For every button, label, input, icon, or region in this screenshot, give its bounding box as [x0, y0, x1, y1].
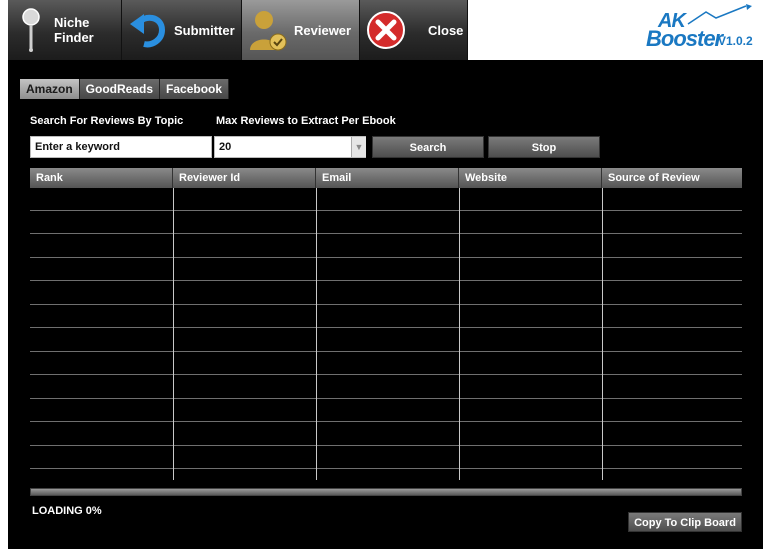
table-row-line [30, 398, 742, 399]
table-column-line [316, 188, 317, 480]
growth-arrow-icon [687, 4, 752, 25]
max-reviews-label: Max Reviews to Extract Per Ebook [216, 115, 396, 127]
column-website[interactable]: Website [459, 168, 602, 188]
table-row-line [30, 351, 742, 352]
table-row-line [30, 468, 742, 469]
submitter-button[interactable]: Submitter [122, 0, 242, 60]
table-row-line [30, 257, 742, 258]
table-row-line [30, 421, 742, 422]
tab-goodreads[interactable]: GoodReads [79, 79, 161, 99]
close-icon [366, 7, 406, 53]
max-reviews-value: 20 [219, 141, 232, 153]
reviewer-button[interactable]: Reviewer [242, 0, 360, 60]
reviews-table: Rank Reviewer Id Email Website Source of… [30, 168, 742, 480]
undo-arrow-icon [128, 7, 168, 53]
column-reviewer-id[interactable]: Reviewer Id [173, 168, 316, 188]
niche-finder-button[interactable]: Niche Finder [8, 0, 122, 60]
table-column-line [602, 188, 603, 480]
stop-button[interactable]: Stop [488, 136, 600, 158]
chevron-down-icon[interactable]: ▼ [351, 137, 366, 157]
magnifier-pin-icon [14, 7, 48, 53]
source-tabs: Amazon GoodReads Facebook [20, 79, 230, 99]
niche-finder-label: Niche Finder [54, 15, 94, 45]
close-button[interactable]: Close [360, 0, 468, 60]
submitter-label: Submitter [174, 22, 235, 38]
table-row-line [30, 280, 742, 281]
column-source-of-review[interactable]: Source of Review [602, 168, 742, 188]
ak-booster-logo: AK Booster V1.0.2 [646, 4, 756, 52]
table-header: Rank Reviewer Id Email Website Source of… [30, 168, 742, 188]
table-row-line [30, 327, 742, 328]
logo-booster: Booster [646, 26, 723, 51]
top-toolbar: Niche Finder Submitter Reviewer Close [8, 0, 468, 60]
tab-facebook[interactable]: Facebook [160, 79, 230, 99]
tab-amazon[interactable]: Amazon [20, 79, 80, 99]
table-row-line [30, 445, 742, 446]
topic-label: Search For Reviews By Topic [30, 115, 184, 127]
user-check-icon [248, 7, 288, 53]
search-button[interactable]: Search [372, 136, 484, 158]
copy-to-clipboard-button[interactable]: Copy To Clip Board [628, 512, 742, 532]
close-label: Close [428, 22, 464, 38]
max-reviews-select[interactable]: 20 [214, 136, 366, 158]
table-row-line [30, 374, 742, 375]
reviewer-label: Reviewer [294, 22, 352, 38]
table-column-line [173, 188, 174, 480]
table-column-line [459, 188, 460, 480]
keyword-input[interactable]: Enter a keyword [30, 136, 212, 158]
loading-status: LOADING 0% [32, 505, 102, 517]
table-body[interactable] [30, 188, 742, 480]
table-row-line [30, 210, 742, 211]
column-email[interactable]: Email [316, 168, 459, 188]
horizontal-scrollbar[interactable] [30, 488, 742, 496]
table-row-line [30, 233, 742, 234]
reviewer-panel: Amazon GoodReads Facebook Search For Rev… [8, 60, 763, 549]
logo-version: V1.0.2 [718, 34, 753, 48]
column-rank[interactable]: Rank [30, 168, 173, 188]
table-row-line [30, 304, 742, 305]
